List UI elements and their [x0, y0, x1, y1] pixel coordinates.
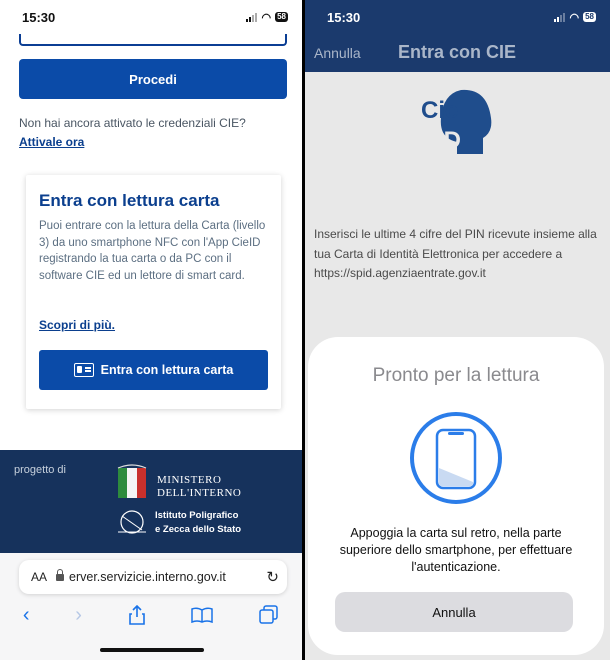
status-bar: 15:30 ◠ 58 [305, 0, 610, 34]
navigation-bar: Annulla Entra con CIE [305, 34, 610, 72]
battery-icon: 58 [583, 12, 596, 22]
battery-icon: 58 [275, 12, 288, 22]
browser-toolbar: ‹ › [0, 600, 302, 630]
not-activated-text: Non hai ancora attivato le credenziali C… [19, 116, 246, 130]
reload-icon[interactable]: ↻ [266, 568, 279, 586]
lock-icon [56, 568, 65, 581]
ministero-logo-text: MINISTERO DELL'INTERNO [157, 474, 242, 499]
nfc-phone-icon [410, 412, 502, 504]
address-bar[interactable]: AA erver.servizicie.interno.gov.it ↻ [19, 560, 287, 594]
italian-emblem-icon [117, 464, 147, 498]
card-reading-panel: Entra con lettura carta Puoi entrare con… [26, 175, 281, 409]
nfc-reading-sheet: Pronto per la lettura Appoggia la carta … [308, 337, 604, 655]
nav-title: Entra con CIE [398, 42, 517, 62]
project-of-label: progetto di [14, 464, 66, 476]
status-time: 15:30 [22, 9, 56, 25]
sheet-cancel-button[interactable]: Annulla [335, 592, 573, 632]
forward-icon[interactable]: › [75, 604, 82, 627]
footer: progetto di MINISTERO DELL'INTERNO Istit… [0, 450, 302, 553]
browser-chrome: AA erver.servizicie.interno.gov.it ↻ ‹ › [0, 553, 302, 660]
url-text: erver.servizicie.interno.gov.it [69, 570, 226, 584]
card-login-button-label: Entra con lettura carta [100, 363, 234, 377]
tabs-icon[interactable] [259, 605, 279, 625]
signal-icon [246, 12, 258, 22]
share-icon[interactable] [128, 605, 146, 625]
home-indicator [100, 648, 204, 652]
card-login-button[interactable]: Entra con lettura carta [39, 350, 268, 390]
reader-settings-button[interactable]: AA [31, 570, 47, 584]
ipzs-logo-text: Istituto Poligrafico e Zecca dello Stato [155, 510, 242, 535]
sheet-message: Appoggia la carta sul retro, nella parte… [339, 526, 573, 574]
card-title: Entra con lettura carta [39, 191, 220, 210]
procedi-button[interactable]: Procedi [19, 59, 287, 99]
right-screen: 15:30 ◠ 58 Annulla Entra con CIE Cie ID … [305, 0, 610, 660]
learn-more-link[interactable]: Scopri di più. [39, 318, 115, 332]
signal-icon [554, 12, 566, 22]
sheet-title: Pronto per la lettura [372, 365, 540, 386]
status-bar: 15:30 ◠ 58 [0, 0, 302, 34]
nav-cancel-button[interactable]: Annulla [314, 45, 361, 61]
status-time: 15:30 [327, 9, 361, 25]
id-card-icon [73, 363, 94, 377]
card-description: Puoi entrare con la lettura della Carta … [39, 220, 266, 282]
left-screen: 15:30 ◠ 58 Procedi Non hai ancora attiva… [0, 0, 302, 660]
activate-link[interactable]: Attivale ora [19, 135, 84, 149]
back-icon[interactable]: ‹ [23, 604, 30, 627]
ipzs-logo-icon [118, 510, 146, 534]
bookmarks-icon[interactable] [191, 607, 214, 623]
wifi-icon: ◠ [569, 11, 580, 24]
wifi-icon: ◠ [261, 11, 272, 24]
